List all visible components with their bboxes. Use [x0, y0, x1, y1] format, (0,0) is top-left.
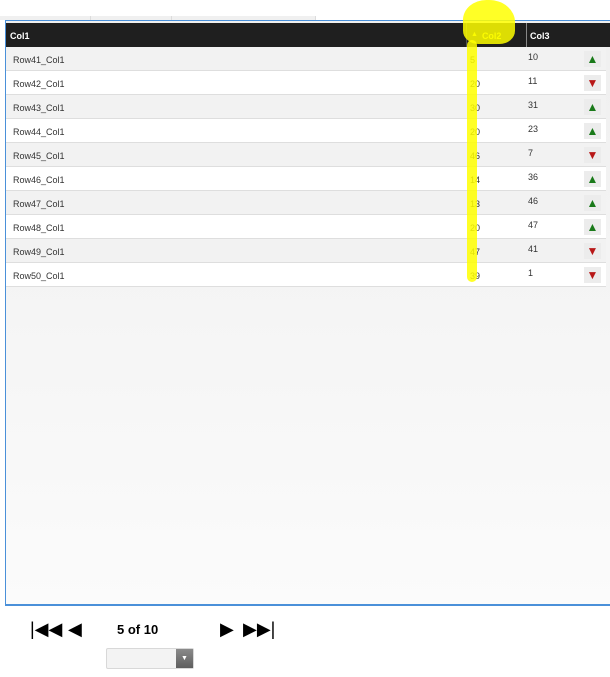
page-info: 5 of 10: [117, 622, 159, 637]
grid-header: Col1 ▲ Col2 Col3: [6, 23, 610, 47]
trend-up-icon: ▲: [584, 51, 601, 67]
table-row[interactable]: Row48_Col1 20 47 ▲: [6, 215, 606, 239]
column-header-col1[interactable]: Col1: [10, 23, 30, 47]
cell-col2: 13: [470, 199, 481, 209]
cell-col1: Row47_Col1: [13, 199, 65, 209]
page-size-select[interactable]: ▼: [106, 648, 194, 669]
cell-col1: Row43_Col1: [13, 103, 65, 113]
cell-col3: 46: [528, 196, 539, 206]
cell-col3: 47: [528, 220, 539, 230]
cell-col2: 46: [470, 151, 481, 161]
cell-col1: Row49_Col1: [13, 247, 65, 257]
cell-col1: Row46_Col1: [13, 175, 65, 185]
cell-col1: Row44_Col1: [13, 127, 65, 137]
top-tab-strip: [0, 0, 610, 20]
table-row[interactable]: Row43_Col1 30 31 ▲: [6, 95, 606, 119]
trend-down-icon: ▼: [584, 147, 601, 163]
trend-down-icon: ▼: [584, 267, 601, 283]
cell-col3: 36: [528, 172, 539, 182]
cell-col1: Row50_Col1: [13, 271, 65, 281]
cell-col3: 10: [528, 52, 539, 62]
cell-col1: Row48_Col1: [13, 223, 65, 233]
column-header-col2[interactable]: ▲ Col2: [466, 23, 526, 47]
previous-page-icon: ◀: [68, 619, 82, 639]
cell-col3: 31: [528, 100, 539, 110]
previous-page-button[interactable]: ◀: [68, 619, 82, 640]
first-page-icon: |◀◀: [30, 619, 63, 639]
column-header-label: Col2: [481, 31, 502, 41]
table-row[interactable]: Row41_Col1 5 10 ▲: [6, 47, 606, 71]
grid-body: Row41_Col1 5 10 ▲ Row42_Col1 20 11 ▼ Row43_Col1 3…: [6, 47, 606, 287]
cell-col1: Row42_Col1: [13, 79, 65, 89]
cell-col2: 5: [470, 55, 476, 65]
chevron-down-icon[interactable]: ▼: [176, 649, 193, 668]
cell-col2: 20: [470, 127, 481, 137]
table-row[interactable]: Row44_Col1 20 23 ▲: [6, 119, 606, 143]
trend-up-icon: ▲: [584, 123, 601, 139]
next-page-icon: ▶: [220, 619, 234, 639]
cell-col2: 20: [470, 79, 481, 89]
last-page-icon: ▶▶|: [243, 619, 276, 639]
last-page-button[interactable]: ▶▶|: [243, 619, 275, 640]
trend-down-icon: ▼: [584, 75, 601, 91]
table-row[interactable]: Row46_Col1 14 36 ▲: [6, 167, 606, 191]
table-row[interactable]: Row49_Col1 47 41 ▼: [6, 239, 606, 263]
cell-col2: 30: [470, 103, 481, 113]
column-header-col3[interactable]: Col3: [526, 23, 610, 47]
cell-col3: 7: [528, 148, 534, 158]
data-grid: Col1 ▲ Col2 Col3 Row41_Col1 5 10 ▲ Row42_Col1…: [5, 20, 610, 606]
cell-col3: 1: [528, 268, 534, 278]
table-row[interactable]: Row45_Col1 46 7 ▼: [6, 143, 606, 167]
sort-ascending-icon: ▲: [471, 31, 478, 38]
trend-up-icon: ▲: [584, 195, 601, 211]
first-page-button[interactable]: |◀◀: [30, 619, 62, 640]
cell-col2: 39: [470, 271, 481, 281]
cell-col1: Row41_Col1: [13, 55, 65, 65]
trend-down-icon: ▼: [584, 243, 601, 259]
trend-up-icon: ▲: [584, 219, 601, 235]
cell-col2: 47: [470, 247, 481, 257]
cell-col1: Row45_Col1: [13, 151, 65, 161]
pager: |◀◀ ◀ 5 of 10 ▶ ▶▶|: [0, 612, 300, 652]
cell-col2: 14: [470, 175, 481, 185]
next-page-button[interactable]: ▶: [220, 619, 234, 640]
trend-up-icon: ▲: [584, 171, 601, 187]
cell-col3: 23: [528, 124, 539, 134]
table-row[interactable]: Row42_Col1 20 11 ▼: [6, 71, 606, 95]
table-row[interactable]: Row50_Col1 39 1 ▼: [6, 263, 606, 287]
cell-col3: 11: [528, 76, 538, 86]
column-header-label: Col3: [530, 31, 550, 41]
table-row[interactable]: Row47_Col1 13 46 ▲: [6, 191, 606, 215]
trend-up-icon: ▲: [584, 99, 601, 115]
cell-col3: 41: [528, 244, 539, 254]
cell-col2: 20: [470, 223, 481, 233]
column-header-label: Col1: [10, 31, 30, 41]
